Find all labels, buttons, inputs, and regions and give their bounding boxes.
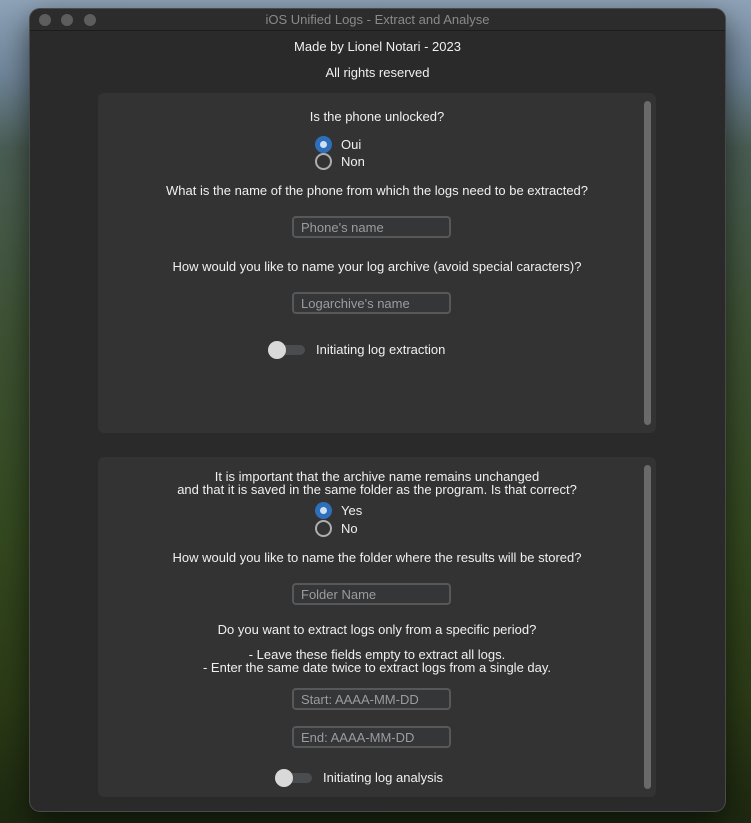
radio-selected-icon [315, 502, 332, 519]
unlock-question: Is the phone unlocked? [309, 109, 445, 124]
phone-question: What is the name of the phone from which… [165, 183, 589, 198]
radio-unselected-icon [315, 520, 332, 537]
extraction-panel: Is the phone unlocked? Oui Non What is t… [98, 93, 656, 433]
analysis-panel: It is important that the archive name re… [98, 457, 656, 797]
radio-non[interactable]: Non [315, 153, 365, 170]
window-title: iOS Unified Logs - Extract and Analyse [265, 12, 490, 27]
radio-no-label: No [341, 521, 358, 536]
radio-no[interactable]: No [315, 520, 358, 537]
period-question: Do you want to extract logs only from a … [217, 622, 537, 637]
end-date-input[interactable] [292, 726, 451, 748]
analysis-toggle[interactable]: Initiating log analysis [275, 768, 443, 787]
radio-non-label: Non [341, 154, 365, 169]
credit-text: Made by Lionel Notari - 2023 [294, 39, 461, 54]
start-date-input[interactable] [292, 688, 451, 710]
toggle-knob [275, 768, 293, 787]
extraction-toggle-label: Initiating log extraction [316, 342, 446, 357]
hint-same-date: - Enter the same date twice to extract l… [202, 660, 552, 675]
folder-name-input[interactable] [292, 583, 451, 605]
toggle-track [268, 340, 305, 359]
title-bar: iOS Unified Logs - Extract and Analyse [30, 9, 725, 31]
archive-check-line2: and that it is saved in the same folder … [177, 482, 577, 497]
rights-text: All rights reserved [325, 65, 430, 80]
toggle-knob [268, 340, 286, 359]
archive-question: How would you like to name your log arch… [172, 259, 582, 274]
radio-unselected-icon [315, 153, 332, 170]
logarchive-name-input[interactable] [292, 292, 451, 314]
analysis-toggle-label: Initiating log analysis [323, 770, 443, 785]
radio-oui-label: Oui [341, 137, 362, 152]
radio-selected-icon [315, 136, 332, 153]
extraction-toggle[interactable]: Initiating log extraction [268, 340, 446, 359]
radio-yes-label: Yes [341, 503, 363, 518]
extraction-scrollbar[interactable] [644, 101, 651, 425]
radio-yes[interactable]: Yes [315, 502, 362, 519]
analysis-scrollbar[interactable] [644, 465, 651, 789]
folder-question: How would you like to name the folder wh… [172, 550, 582, 565]
radio-oui[interactable]: Oui [315, 136, 361, 153]
app-window: iOS Unified Logs - Extract and Analyse M… [30, 9, 725, 811]
phone-name-input[interactable] [292, 216, 451, 238]
toggle-track [275, 768, 312, 787]
